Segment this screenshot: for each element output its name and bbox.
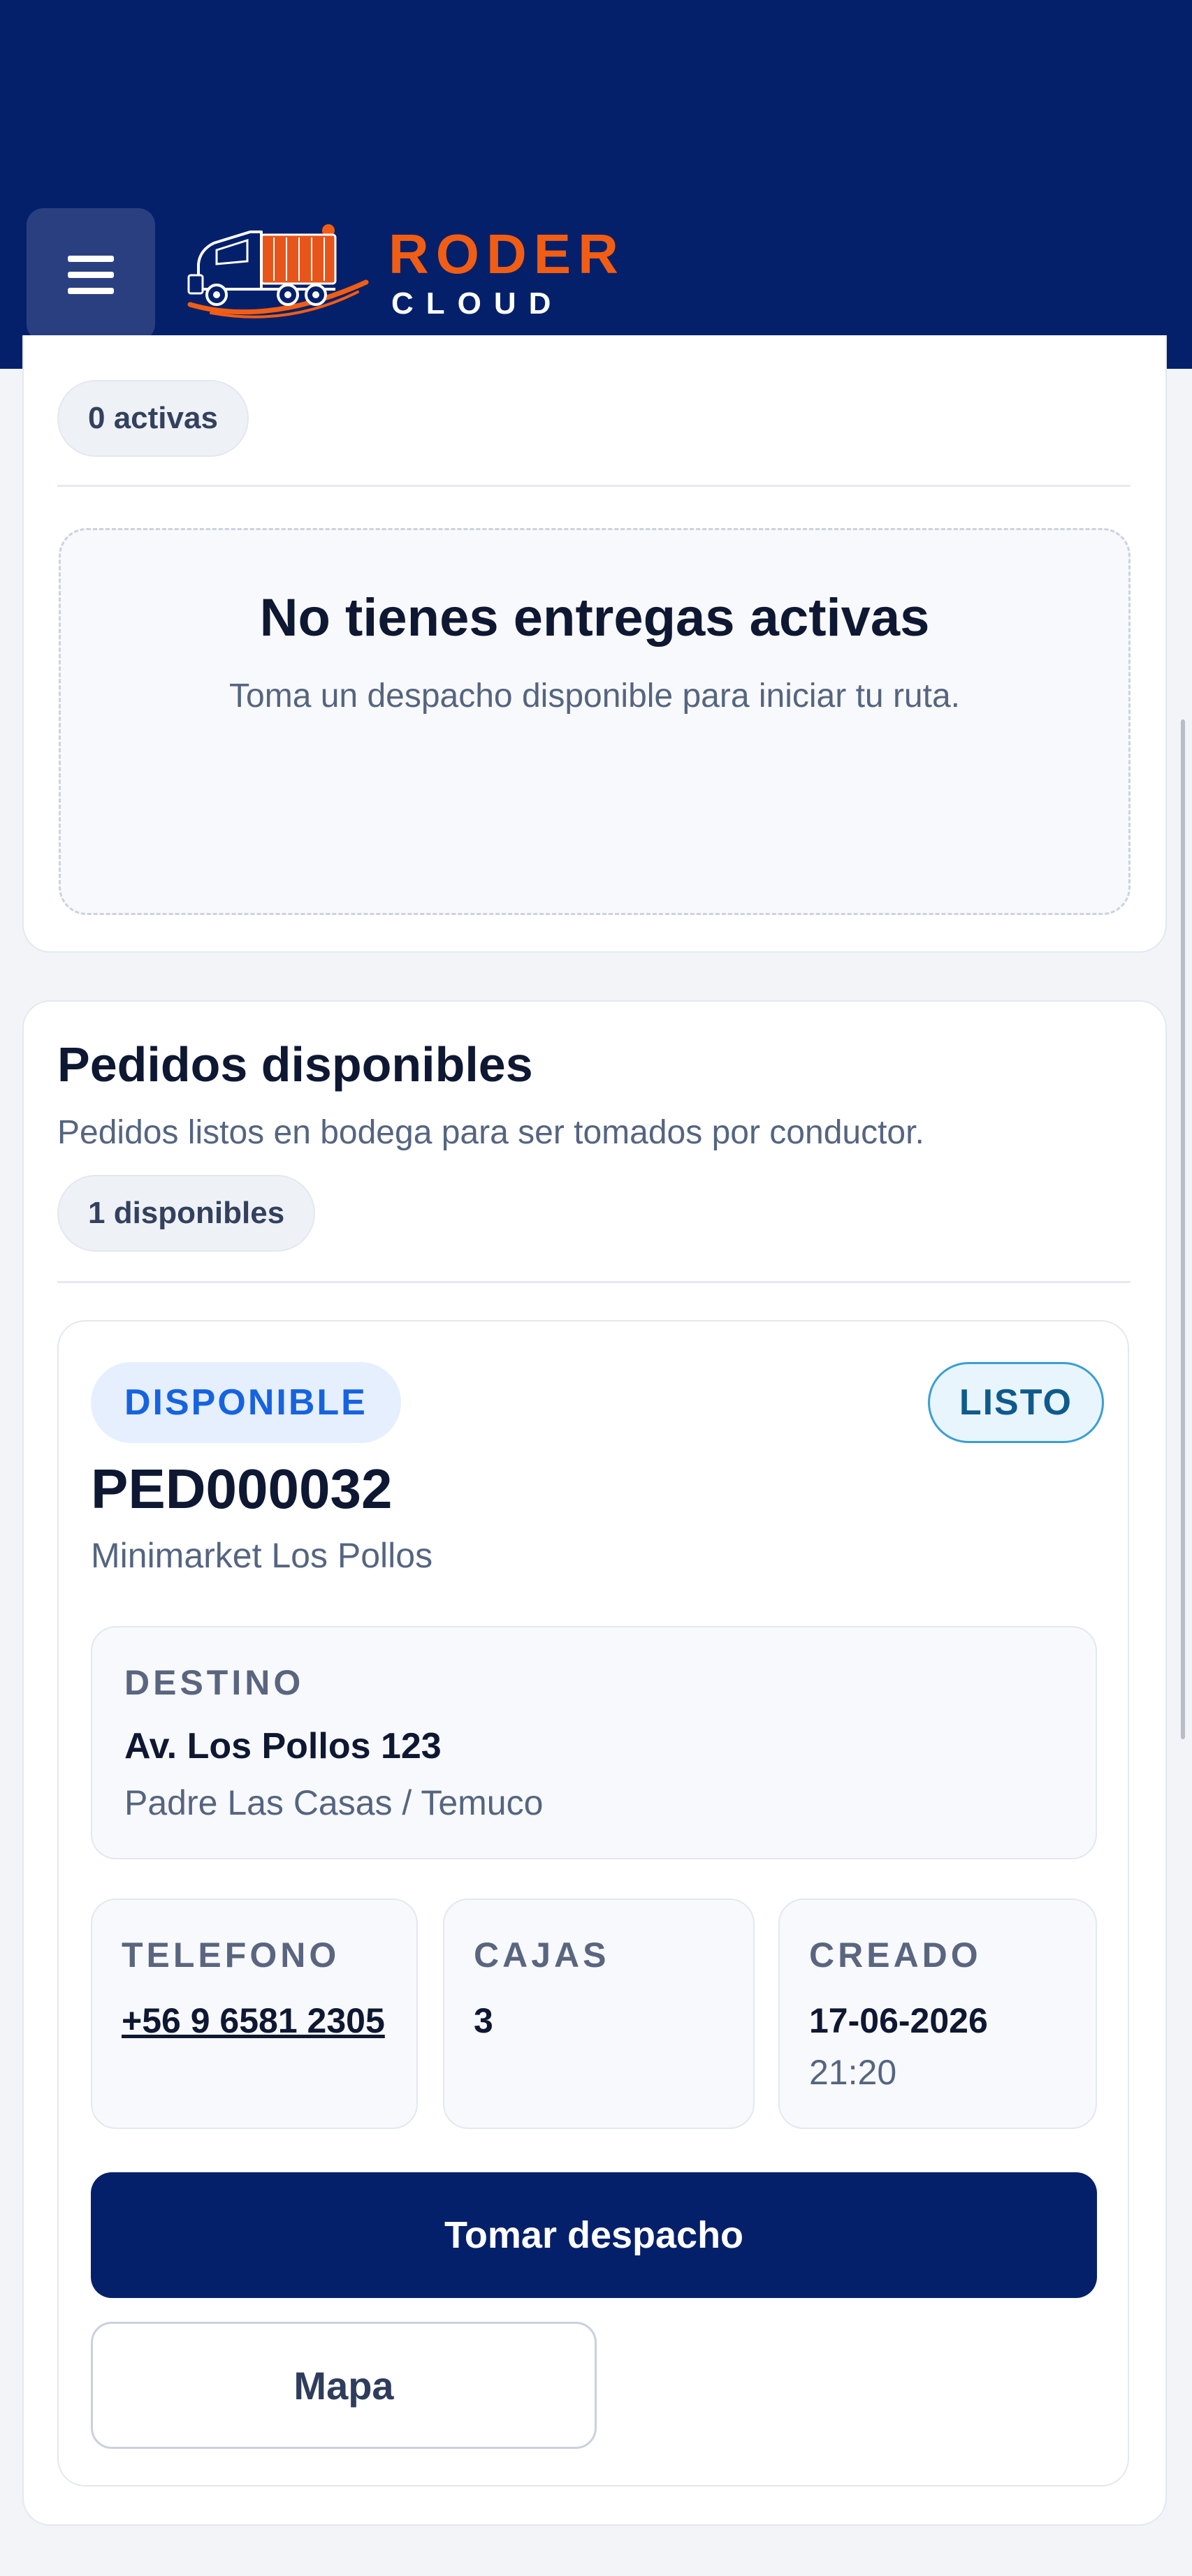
section-title: Pedidos disponibles [57, 1037, 533, 1092]
boxes-box: CAJAS 3 [443, 1898, 755, 2129]
created-box: CREADO 17-06-2026 21:20 [778, 1898, 1097, 2129]
created-time: 21:20 [809, 2053, 897, 2092]
divider [57, 485, 1131, 487]
hamburger-menu-button[interactable] [27, 208, 155, 341]
boxes-value: 3 [474, 2001, 493, 2040]
empty-state-message: Toma un despacho disponible para iniciar… [229, 678, 960, 715]
destination-box: DESTINO Av. Los Pollos 123 Padre Las Cas… [91, 1626, 1097, 1859]
boxes-label: CAJAS [474, 1935, 610, 1975]
map-button[interactable]: Mapa [91, 2322, 597, 2449]
take-dispatch-button[interactable]: Tomar despacho [91, 2172, 1097, 2298]
order-client: Minimarket Los Pollos [91, 1536, 433, 1575]
destination-label: DESTINO [124, 1663, 305, 1702]
app-header: RODER CLOUD [0, 0, 1192, 369]
page-scrollbar[interactable] [1181, 719, 1185, 1739]
truck-logo-icon [187, 224, 369, 319]
brand-name: RODER [388, 223, 625, 285]
phone-box: TELEFONO +56 9 6581 2305 [91, 1898, 418, 2129]
destination-area: Padre Las Casas / Temuco [124, 1783, 544, 1822]
active-count-badge: 0 activas [57, 380, 249, 457]
created-date: 17-06-2026 [809, 2001, 988, 2040]
order-card: DISPONIBLE LISTO PED000032 Minimarket Lo… [57, 1320, 1129, 2487]
divider [57, 1281, 1131, 1283]
order-id: PED000032 [91, 1458, 393, 1520]
hamburger-icon-line [68, 287, 114, 294]
phone-link[interactable]: +56 9 6581 2305 [122, 1995, 387, 2047]
ready-state-badge: LISTO [927, 1362, 1104, 1443]
phone-label: TELEFONO [122, 1935, 340, 1975]
hamburger-icon-line [68, 255, 114, 262]
empty-state-box: No tienes entregas activas Toma un despa… [59, 528, 1131, 915]
empty-state-title: No tienes entregas activas [259, 588, 930, 647]
brand-subtitle: CLOUD [391, 286, 564, 321]
created-label: CREADO [809, 1935, 982, 1975]
status-badge: DISPONIBLE [91, 1362, 401, 1443]
section-subtitle: Pedidos listos en bodega para ser tomado… [57, 1114, 924, 1151]
hamburger-icon-line [68, 271, 114, 278]
available-count-badge: 1 disponibles [57, 1175, 316, 1252]
destination-address: Av. Los Pollos 123 [124, 1726, 442, 1766]
